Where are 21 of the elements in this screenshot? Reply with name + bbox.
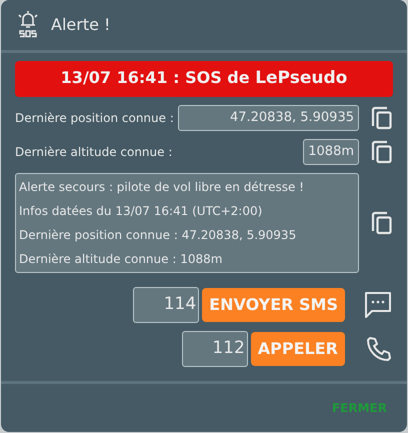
close-button[interactable]: FERMER xyxy=(332,399,387,417)
message-line: Dernière position connue : 47.20838, 5.90935 xyxy=(19,227,298,244)
send-sms-button[interactable]: ENVOYER SMS xyxy=(202,288,345,322)
sos-banner: 13/07 16:41 : SOS de LePseudo xyxy=(15,61,393,97)
message-line: Infos datées du 13/07 16:41 (UTC+2:00) xyxy=(19,203,264,220)
phone-number-field[interactable]: 114 xyxy=(133,287,200,323)
message-icon[interactable] xyxy=(363,290,393,320)
field-value: 1088m xyxy=(303,139,359,165)
copy-icon[interactable] xyxy=(371,140,393,164)
call-button[interactable]: APPELER xyxy=(250,332,345,366)
phone-icon[interactable] xyxy=(365,335,393,363)
message-line: Alerte secours : pilote de vol libre en détresse ! xyxy=(19,179,305,196)
field-value: 47.20838, 5.90935 xyxy=(178,105,359,131)
phone-number-field[interactable]: 112 xyxy=(182,331,248,367)
copy-icon[interactable] xyxy=(371,106,393,130)
dialog-title: Alerte ! xyxy=(51,14,110,36)
copy-icon[interactable] xyxy=(371,211,393,235)
message-line: Dernière altitude connue : 1088m xyxy=(19,251,224,268)
alarm-sos-icon xyxy=(17,10,39,40)
field-label: Dernière altitude connue : xyxy=(15,144,172,161)
field-label: Dernière position connue : xyxy=(15,110,174,127)
